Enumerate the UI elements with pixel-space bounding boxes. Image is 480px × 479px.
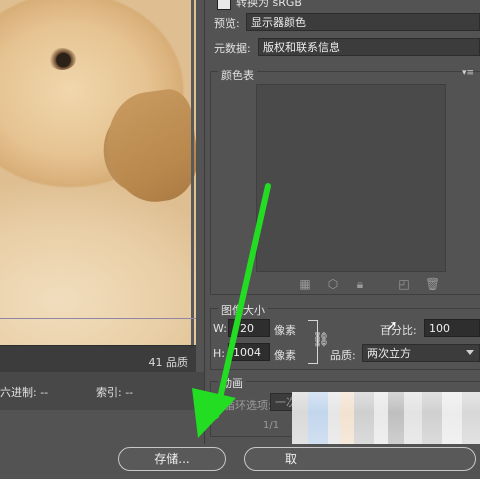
preview-info-bar: 41 品质 (0, 345, 196, 372)
slice-guide-line (0, 318, 196, 319)
map-colors-icon[interactable]: ▦ (299, 278, 311, 290)
metadata-label: 元数据: (214, 42, 251, 55)
height-value: 1004 (233, 346, 261, 359)
color-table-swatches (256, 84, 446, 272)
save-button[interactable]: 存储... (118, 447, 226, 471)
resample-label: 品质: (330, 349, 356, 362)
percent-input[interactable]: 100 (424, 319, 480, 337)
cancel-button[interactable]: 取 (244, 447, 476, 471)
width-unit: 像素 (274, 324, 296, 337)
frame-counter: 1/1 (263, 420, 280, 431)
dog-eye (48, 48, 76, 70)
convert-srgb-label: 转换为 sRGB (236, 0, 302, 9)
height-unit: 像素 (274, 349, 296, 362)
resample-value: 两次立方 (367, 347, 411, 360)
new-color-icon[interactable]: ◰ (398, 278, 410, 290)
image-preview-area: 41 品质 (0, 0, 196, 372)
web-snap-icon[interactable]: ⬡ (327, 278, 339, 290)
resample-select[interactable]: 两次立方 (362, 344, 480, 362)
width-input[interactable]: 720 (228, 319, 270, 337)
metadata-select[interactable]: 版权和联系信息 (258, 38, 480, 56)
color-table-menu-icon[interactable]: ▾≡ (462, 68, 474, 78)
chevron-down-icon (466, 350, 474, 355)
preview-border (191, 0, 194, 345)
lock-color-icon[interactable]: 🔒︎ (354, 278, 366, 290)
height-label: H: (213, 347, 225, 360)
panel-divider (204, 0, 205, 445)
link-icon[interactable]: ⛓︎ (312, 332, 330, 348)
preview-select-value: 显示器颜色 (251, 16, 306, 29)
metadata-select-value: 版权和联系信息 (263, 41, 340, 54)
percent-value: 100 (429, 322, 450, 335)
preview-label: 预览: (214, 17, 240, 30)
animation-title: 动画 (218, 375, 246, 391)
mouse-cursor-icon: ➚ (386, 318, 398, 334)
loop-options-label: 循环选项: (224, 399, 272, 412)
color-table-title: 颜色表 (218, 67, 257, 83)
color-info-bar: 六进制: -- 索引: -- (0, 372, 205, 410)
hex-readout: 六进制: -- (0, 386, 49, 399)
index-readout: 索引: -- (96, 386, 134, 399)
height-input[interactable]: 1004 (228, 343, 270, 361)
image-size-title: 图像大小 (218, 302, 268, 318)
preview-select[interactable]: 显示器颜色 (246, 13, 480, 31)
width-value: 720 (233, 322, 254, 335)
trash-icon[interactable]: 🗑︎ (425, 278, 440, 290)
width-label: W: (213, 322, 227, 335)
blurred-overlay-sheen (292, 392, 480, 444)
quality-info: 41 品质 (148, 356, 189, 369)
convert-srgb-checkbox[interactable] (217, 0, 231, 10)
